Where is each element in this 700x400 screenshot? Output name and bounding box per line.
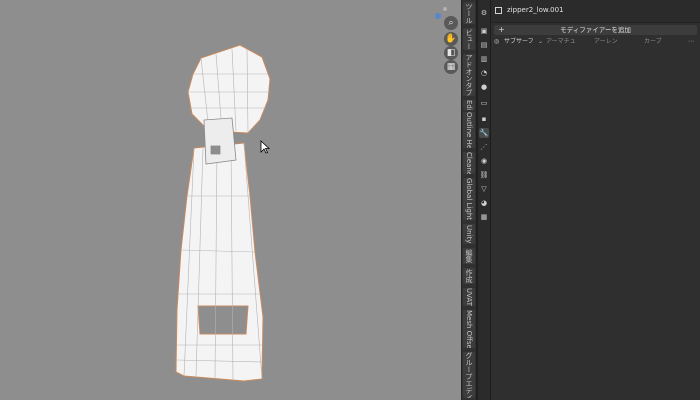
- options-icon[interactable]: ⋯: [688, 37, 694, 47]
- world-icon[interactable]: ●: [479, 82, 489, 92]
- tab-edit-jp[interactable]: 編集: [463, 248, 475, 264]
- particles-icon[interactable]: ⋰: [479, 142, 489, 152]
- texture-icon[interactable]: ▦: [479, 212, 489, 222]
- tab-uvat[interactable]: UVAT: [463, 288, 475, 306]
- mouse-cursor-icon: [260, 140, 270, 154]
- tab-mesh-offsetter[interactable]: Mesh Offsetter: [463, 310, 475, 348]
- 3d-viewport[interactable]: ⌕ ✋ ◧ ▦: [0, 0, 461, 400]
- camera-icon[interactable]: ◧: [444, 46, 458, 60]
- tool-icon[interactable]: ⚙: [479, 8, 489, 18]
- collection-icon[interactable]: ▭: [479, 98, 489, 108]
- array-button[interactable]: アーレン: [594, 37, 618, 47]
- object-name: zipper2_low.001: [507, 6, 564, 14]
- subsurf-button[interactable]: サブサーフ: [504, 37, 534, 47]
- curve-button[interactable]: カーブ: [644, 37, 662, 47]
- tab-cleaner[interactable]: Cleaner: [463, 152, 475, 174]
- modifier-icon[interactable]: 🔧: [479, 128, 489, 138]
- armature-button[interactable]: アーマチュ: [546, 37, 576, 47]
- tab-edit[interactable]: Edit: [463, 100, 475, 110]
- zoom-icon[interactable]: ⌕: [444, 16, 458, 30]
- sidebar-tabs: ツール ビュー アドオンタブ Edit Outline Helper Clean…: [461, 0, 477, 400]
- tab-tool[interactable]: ツール: [463, 2, 475, 24]
- object-header: zipper2_low.001: [491, 0, 700, 23]
- tab-view[interactable]: ビュー: [463, 28, 475, 50]
- subsurf-icon: ◎: [494, 38, 500, 45]
- pan-icon[interactable]: ✋: [444, 32, 458, 46]
- properties-editor: zipper2_low.001 + モディファイアーを追加 ◎ サブサーフ ⌄ …: [491, 0, 700, 400]
- object-icon[interactable]: ▪: [479, 114, 489, 124]
- material-icon[interactable]: ◕: [479, 198, 489, 208]
- render-icon[interactable]: ▣: [479, 26, 489, 36]
- tab-create[interactable]: 作成: [463, 268, 475, 284]
- view-layer-icon[interactable]: ▥: [479, 54, 489, 64]
- tab-outline-helper[interactable]: Outline Helper: [463, 112, 475, 148]
- output-icon[interactable]: ▤: [479, 40, 489, 50]
- tab-addon[interactable]: アドオンタブ: [463, 54, 475, 96]
- physics-icon[interactable]: ◉: [479, 156, 489, 166]
- chevron-down-icon[interactable]: ⌄: [538, 37, 543, 47]
- mesh-object-icon: [495, 7, 502, 14]
- properties-tabs: ⚙ ▣ ▤ ▥ ◔ ● ▭ ▪ 🔧 ⋰ ◉ ⛓ ▽ ◕ ▦: [478, 0, 491, 400]
- constraints-icon[interactable]: ⛓: [479, 170, 489, 180]
- zipper-pull-mesh[interactable]: [0, 0, 461, 400]
- grid-icon[interactable]: ▦: [444, 60, 458, 74]
- tab-unity[interactable]: Unity: [463, 224, 475, 244]
- tab-global-lighting[interactable]: Global Lighting: [463, 178, 475, 220]
- data-icon[interactable]: ▽: [479, 184, 489, 194]
- tab-group-editor[interactable]: グループエディタ: [463, 352, 475, 398]
- quick-modifier-row: ◎ サブサーフ ⌄ アーマチュ アーレン カーブ ⋯: [494, 37, 697, 47]
- add-modifier-button[interactable]: + モディファイアーを追加: [494, 25, 697, 35]
- scene-icon[interactable]: ◔: [479, 68, 489, 78]
- add-modifier-label: モディファイアーを追加: [560, 26, 631, 34]
